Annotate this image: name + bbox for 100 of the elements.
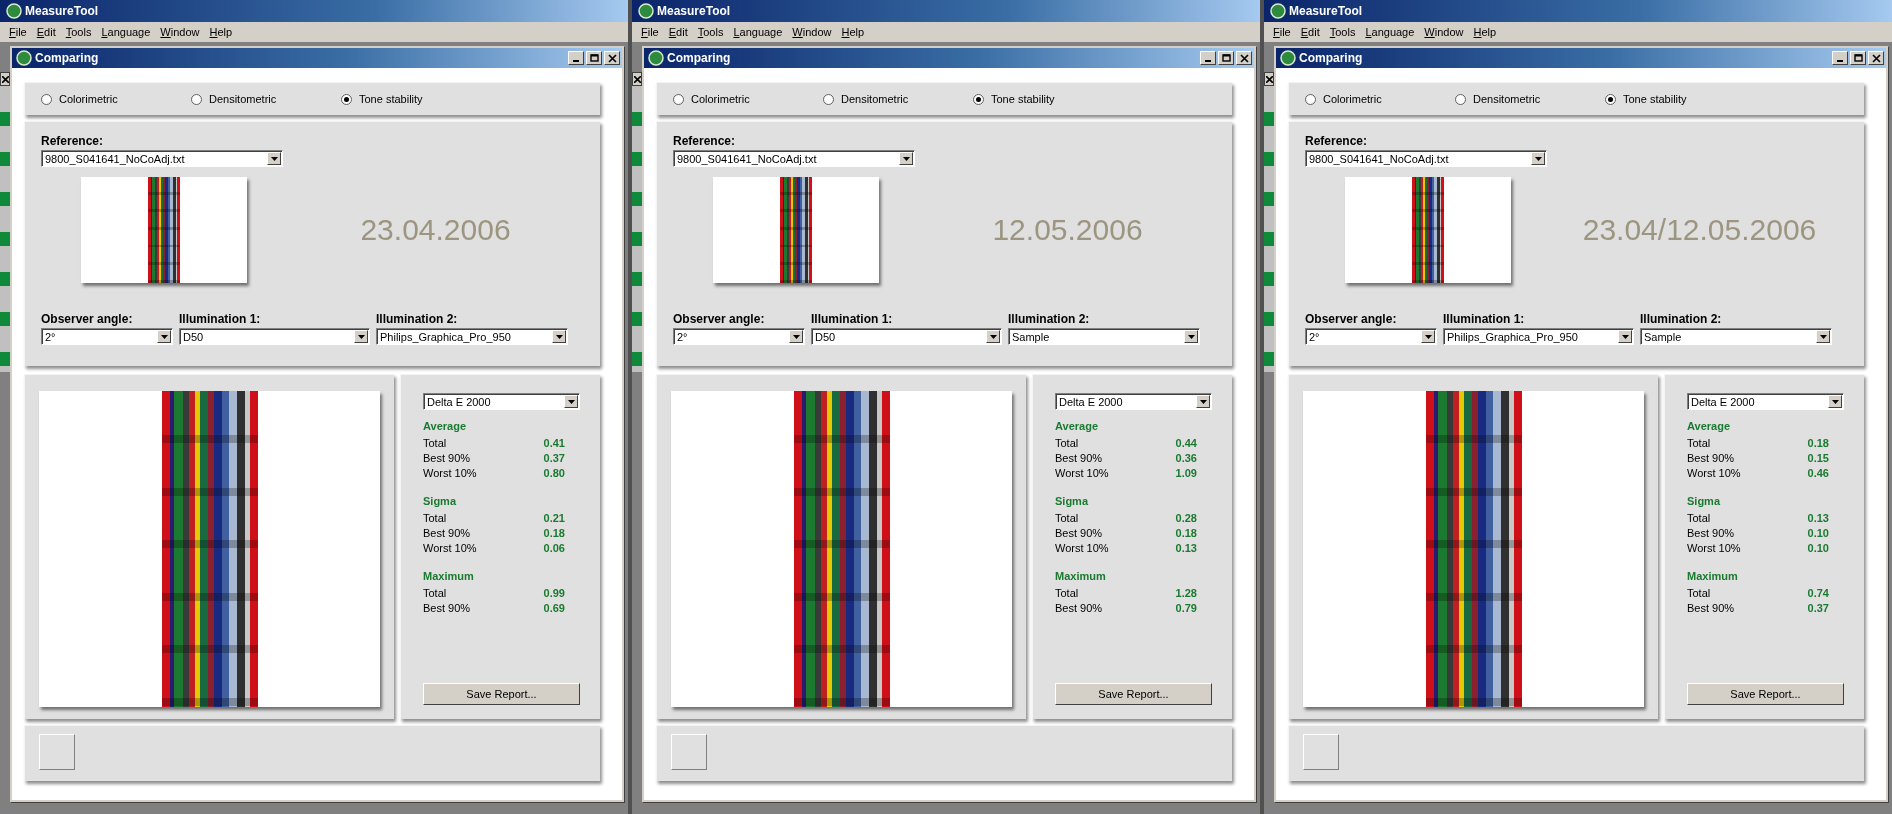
section-heading: Average	[1687, 420, 1731, 432]
caret-icon	[792, 334, 800, 339]
caret-icon	[1199, 399, 1207, 404]
radio-option[interactable]: Tone stability	[973, 93, 1123, 105]
stat-label: Total	[1687, 586, 1711, 601]
menu-item[interactable]: Window	[160, 26, 200, 38]
minimize-button[interactable]	[1832, 51, 1848, 65]
radio-option[interactable]: Densitometric	[1455, 93, 1605, 105]
radio-button[interactable]	[823, 93, 834, 105]
stat-value: 0.13	[1807, 511, 1829, 526]
minimize-button[interactable]	[1200, 51, 1216, 65]
radio-option[interactable]: Densitometric	[823, 93, 973, 105]
maximize-button[interactable]	[1218, 51, 1234, 65]
caret-icon	[555, 334, 563, 339]
radio-option[interactable]: Colorimetric	[673, 93, 823, 105]
menu-item[interactable]: Tools	[697, 26, 724, 38]
app-icon	[638, 3, 654, 19]
window-title: Comparing	[667, 51, 732, 65]
menu-item[interactable]: Language	[1365, 26, 1415, 38]
radio-button[interactable]	[1455, 93, 1466, 105]
dropdown[interactable]: Philips_Graphica_Pro_950	[1443, 328, 1634, 345]
menu-item[interactable]: File	[1273, 26, 1291, 38]
caret-icon	[1424, 334, 1432, 339]
date-text: 12.05.2006	[991, 213, 1144, 247]
dropdown[interactable]: Sample	[1640, 328, 1832, 345]
stat-value: 0.37	[543, 451, 565, 466]
close-button[interactable]	[632, 72, 642, 86]
menu-item[interactable]: File	[9, 26, 27, 38]
field-label: Reference:	[1305, 134, 1369, 148]
menu-item[interactable]: Edit	[1300, 26, 1320, 38]
radio-button[interactable]	[1605, 93, 1616, 105]
menu-item[interactable]: Help	[209, 26, 233, 38]
field-label: Reference:	[41, 134, 105, 148]
radio-button[interactable]	[673, 93, 684, 105]
radio-option[interactable]: Colorimetric	[41, 93, 191, 105]
stat-label: Total	[1055, 586, 1079, 601]
square-button[interactable]	[671, 734, 707, 770]
dropdown[interactable]: Philips_Graphica_Pro_950	[376, 328, 568, 345]
menu-item[interactable]: Window	[792, 26, 832, 38]
radio-button[interactable]	[191, 93, 202, 105]
dropdown[interactable]: 9800_S041641_NoCoAdj.txt	[41, 150, 283, 167]
field-label: Illumination 1:	[179, 312, 262, 326]
dropdown[interactable]: D50	[179, 328, 370, 345]
stat-label: Worst 10%	[1055, 466, 1109, 481]
field-label: Illumination 2:	[376, 312, 459, 326]
menu-item[interactable]: Language	[733, 26, 783, 38]
radio-button[interactable]	[973, 93, 984, 105]
radio-option[interactable]: Densitometric	[191, 93, 341, 105]
radio-option[interactable]: Tone stability	[341, 93, 491, 105]
minimize-button[interactable]	[568, 51, 584, 65]
square-button[interactable]	[1303, 734, 1339, 770]
dropdown[interactable]: Delta E 2000	[1055, 393, 1212, 410]
radio-button[interactable]	[41, 93, 52, 105]
field-label: Observer angle:	[1305, 312, 1398, 326]
section-heading: Sigma	[1687, 495, 1722, 507]
stat-label: Best 90%	[1687, 526, 1735, 541]
stat-label: Best 90%	[1055, 526, 1103, 541]
dropdown[interactable]: 2°	[1305, 328, 1437, 345]
dropdown[interactable]: 9800_S041641_NoCoAdj.txt	[1305, 150, 1547, 167]
dropdown[interactable]: Sample	[1008, 328, 1200, 345]
radio-button[interactable]	[1305, 93, 1316, 105]
stat-label: Best 90%	[1687, 451, 1735, 466]
stat-value: 0.21	[543, 511, 565, 526]
caret-icon	[902, 156, 910, 161]
save-report-button[interactable]: Save Report...	[1687, 683, 1844, 705]
menu-item[interactable]: Help	[1473, 26, 1497, 38]
dropdown[interactable]: Delta E 2000	[423, 393, 580, 410]
radio-option[interactable]: Colorimetric	[1305, 93, 1455, 105]
section-heading: Maximum	[1687, 570, 1739, 582]
radio-option[interactable]: Tone stability	[1605, 93, 1755, 105]
close-button[interactable]	[0, 72, 10, 86]
close-icon	[1265, 75, 1273, 83]
radio-button[interactable]	[341, 93, 352, 105]
stat-label: Best 90%	[423, 601, 471, 616]
dropdown[interactable]: 9800_S041641_NoCoAdj.txt	[673, 150, 915, 167]
menu-item[interactable]: Edit	[36, 26, 56, 38]
stat-value: 0.18	[1175, 526, 1197, 541]
stat-label: Worst 10%	[423, 466, 477, 481]
field-label: Illumination 1:	[811, 312, 894, 326]
caret-icon	[270, 156, 278, 161]
dropdown[interactable]: Delta E 2000	[1687, 393, 1844, 410]
menu-item[interactable]: Window	[1424, 26, 1464, 38]
stat-label: Worst 10%	[1055, 541, 1109, 556]
maximize-button[interactable]	[586, 51, 602, 65]
menu-item[interactable]: File	[641, 26, 659, 38]
close-button[interactable]	[1264, 72, 1274, 86]
maximize-button[interactable]	[1850, 51, 1866, 65]
section-heading: Average	[423, 420, 467, 432]
menu-item[interactable]: Edit	[668, 26, 688, 38]
menu-item[interactable]: Tools	[1329, 26, 1356, 38]
dropdown[interactable]: D50	[811, 328, 1002, 345]
save-report-button[interactable]: Save Report...	[1055, 683, 1212, 705]
save-report-button[interactable]: Save Report...	[423, 683, 580, 705]
dropdown[interactable]: 2°	[673, 328, 805, 345]
menu-item[interactable]: Tools	[65, 26, 92, 38]
stat-label: Total	[1687, 511, 1711, 526]
menu-item[interactable]: Help	[841, 26, 865, 38]
menu-item[interactable]: Language	[101, 26, 151, 38]
square-button[interactable]	[39, 734, 75, 770]
dropdown[interactable]: 2°	[41, 328, 173, 345]
